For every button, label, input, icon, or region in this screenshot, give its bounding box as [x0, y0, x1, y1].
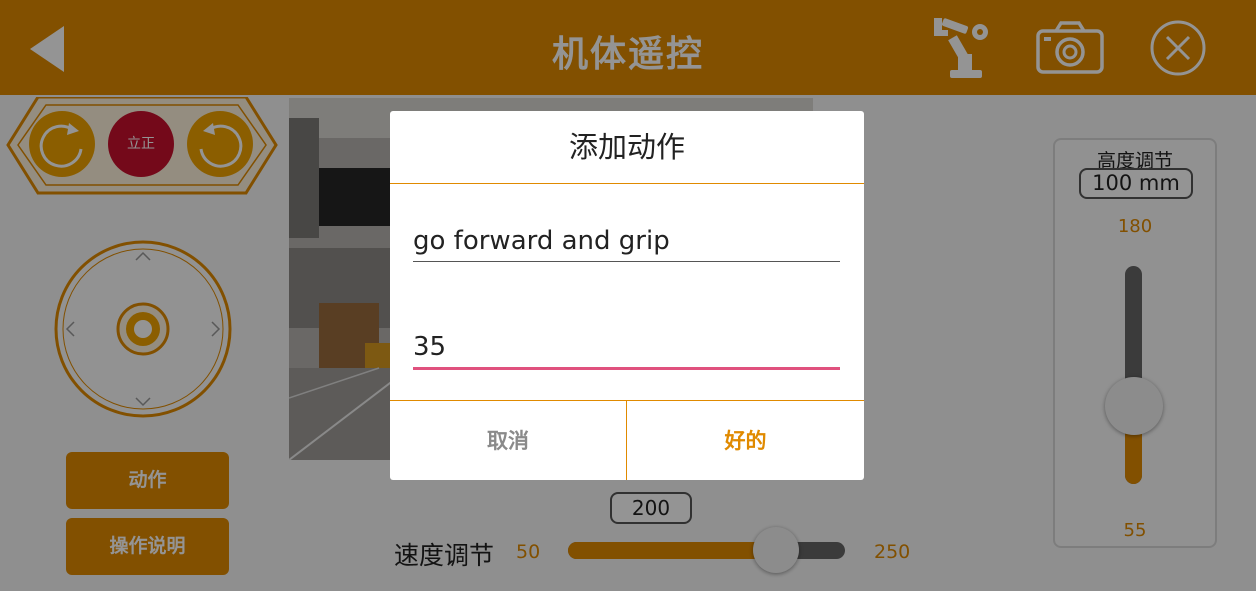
action-name-input[interactable]	[413, 220, 840, 262]
cancel-button[interactable]: 取消	[390, 401, 627, 480]
action-number-input[interactable]	[413, 327, 840, 370]
dialog-button-bar: 取消 好的	[390, 400, 864, 480]
dialog-title: 添加动作	[390, 111, 864, 184]
add-action-dialog: 添加动作 取消 好的	[390, 111, 864, 480]
ok-button[interactable]: 好的	[627, 401, 864, 480]
